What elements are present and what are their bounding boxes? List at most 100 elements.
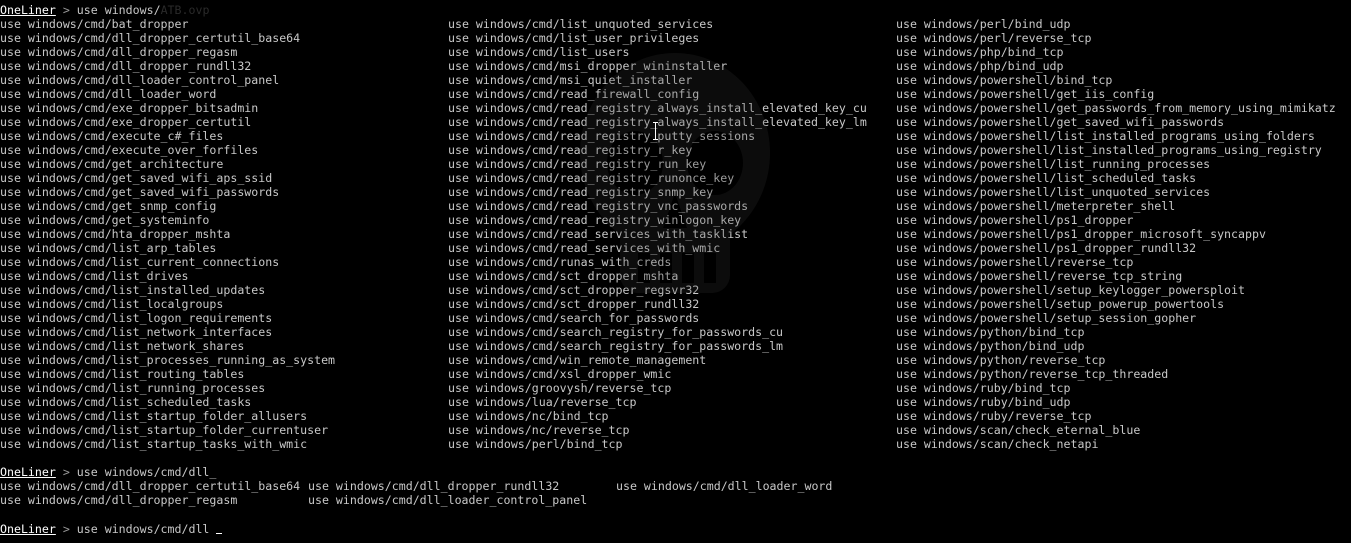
completion-item[interactable]: use windows/cmd/get_snmp_config	[0, 199, 448, 213]
completion-item[interactable]: use windows/lua/reverse_tcp	[448, 395, 896, 409]
completion-item[interactable]: use windows/python/bind_udp	[896, 339, 1351, 353]
completion-item[interactable]: use windows/cmd/win_remote_management	[448, 353, 896, 367]
completion-item[interactable]: use windows/perl/bind_tcp	[448, 437, 896, 451]
completion-item[interactable]: use windows/cmd/read_registry_putty_sess…	[448, 129, 896, 143]
completion-item[interactable]: use windows/cmd/list_running_processes	[0, 381, 448, 395]
completion-item[interactable]: use windows/ruby/bind_udp	[896, 395, 1351, 409]
completion-item[interactable]: use windows/powershell/get_iis_config	[896, 87, 1351, 101]
completion-item[interactable]: use windows/cmd/dll_dropper_certutil_bas…	[0, 479, 308, 493]
completion-item[interactable]: use windows/nc/bind_tcp	[448, 409, 896, 423]
completion-item[interactable]: use windows/cmd/hta_dropper_mshta	[0, 227, 448, 241]
completion-item[interactable]: use windows/powershell/reverse_tcp_strin…	[896, 269, 1351, 283]
completion-item[interactable]: use windows/powershell/list_scheduled_ta…	[896, 171, 1351, 185]
completion-item[interactable]: use windows/cmd/dll_loader_control_panel	[0, 73, 448, 87]
completion-item[interactable]: use windows/cmd/read_registry_runonce_ke…	[448, 171, 896, 185]
completion-item[interactable]: use windows/powershell/get_passwords_fro…	[896, 101, 1351, 115]
completion-item[interactable]: use windows/cmd/sct_dropper_regsvr32	[448, 283, 896, 297]
completion-item[interactable]: use windows/cmd/list_drives	[0, 269, 448, 283]
completion-item[interactable]: use windows/cmd/list_routing_tables	[0, 367, 448, 381]
completion-item[interactable]: use windows/cmd/list_installed_updates	[0, 283, 448, 297]
completion-item[interactable]: use windows/cmd/bat_dropper	[0, 17, 448, 31]
completion-item[interactable]: use windows/cmd/dll_dropper_certutil_bas…	[0, 31, 448, 45]
completion-item[interactable]: use windows/powershell/setup_session_gop…	[896, 311, 1351, 325]
completion-item[interactable]: use windows/cmd/list_localgroups	[0, 297, 448, 311]
completion-item[interactable]: use windows/powershell/bind_tcp	[896, 73, 1351, 87]
completion-item[interactable]: use windows/cmd/list_user_privileges	[448, 31, 896, 45]
completion-item[interactable]: use windows/cmd/xsl_dropper_wmic	[448, 367, 896, 381]
completion-item[interactable]: use windows/cmd/read_services_with_wmic	[448, 241, 896, 255]
prompt-line-active[interactable]: OneLiner > use windows/cmd/dll_	[0, 521, 1351, 535]
completion-item[interactable]: use windows/nc/reverse_tcp	[448, 423, 896, 437]
completion-item[interactable]: use windows/perl/reverse_tcp	[896, 31, 1351, 45]
completion-item[interactable]: use windows/cmd/get_architecture	[0, 157, 448, 171]
completion-item[interactable]: use windows/scan/check_netapi	[896, 437, 1351, 451]
completion-item[interactable]: use windows/cmd/dll_dropper_rundll32	[0, 59, 448, 73]
completion-item[interactable]: use windows/python/reverse_tcp	[896, 353, 1351, 367]
completion-item[interactable]: use windows/cmd/read_registry_r_key	[448, 143, 896, 157]
completion-item[interactable]: use windows/python/reverse_tcp_threaded	[896, 367, 1351, 381]
completion-item[interactable]: use windows/groovysh/reverse_tcp	[448, 381, 896, 395]
completion-item[interactable]: use windows/cmd/list_network_shares	[0, 339, 448, 353]
completion-item[interactable]: use windows/cmd/msi_dropper_wininstaller	[448, 59, 896, 73]
completion-item[interactable]: use windows/cmd/list_scheduled_tasks	[0, 395, 448, 409]
completion-item[interactable]: use windows/cmd/list_arp_tables	[0, 241, 448, 255]
completion-item[interactable]: use windows/cmd/get_systeminfo	[0, 213, 448, 227]
completion-item[interactable]: use windows/cmd/sct_dropper_mshta	[448, 269, 896, 283]
completion-item[interactable]: use windows/scan/check_eternal_blue	[896, 423, 1351, 437]
completion-item[interactable]: use windows/powershell/reverse_tcp	[896, 255, 1351, 269]
completion-item[interactable]: use windows/powershell/meterpreter_shell	[896, 199, 1351, 213]
completion-item[interactable]: use windows/cmd/search_registry_for_pass…	[448, 325, 896, 339]
completion-item[interactable]: use windows/cmd/runas_with_creds	[448, 255, 896, 269]
completion-item[interactable]: use windows/cmd/list_users	[448, 45, 896, 59]
completion-item[interactable]: use windows/php/bind_tcp	[896, 45, 1351, 59]
completion-item[interactable]: use windows/powershell/setup_powerup_pow…	[896, 297, 1351, 311]
completion-item[interactable]: use windows/cmd/sct_dropper_rundll32	[448, 297, 896, 311]
completion-item[interactable]: use windows/cmd/search_for_passwords	[448, 311, 896, 325]
completion-item[interactable]: use windows/cmd/list_startup_folder_curr…	[0, 423, 448, 437]
completion-item[interactable]: use windows/cmd/exe_dropper_bitsadmin	[0, 101, 448, 115]
completion-item[interactable]: use windows/cmd/list_network_interfaces	[0, 325, 448, 339]
completion-item[interactable]: use windows/cmd/list_startup_tasks_with_…	[0, 437, 448, 451]
completion-item[interactable]: use windows/cmd/search_registry_for_pass…	[448, 339, 896, 353]
completion-item[interactable]: use windows/cmd/dll_loader_word	[616, 479, 916, 493]
completion-item[interactable]: use windows/cmd/get_saved_wifi_passwords	[0, 185, 448, 199]
completion-item[interactable]: use windows/cmd/get_saved_wifi_aps_ssid	[0, 171, 448, 185]
completion-item[interactable]: use windows/powershell/list_unquoted_ser…	[896, 185, 1351, 199]
completion-item[interactable]: use windows/cmd/list_startup_folder_allu…	[0, 409, 448, 423]
completion-item[interactable]: use windows/cmd/execute_over_forfiles	[0, 143, 448, 157]
completion-item[interactable]: use windows/cmd/dll_dropper_rundll32	[308, 479, 616, 493]
completion-item[interactable]: use windows/cmd/exe_dropper_certutil	[0, 115, 448, 129]
completion-item[interactable]: use windows/powershell/list_installed_pr…	[896, 143, 1351, 157]
completion-item[interactable]: use windows/cmd/read_registry_snmp_key	[448, 185, 896, 199]
completion-item[interactable]: use windows/cmd/list_current_connections	[0, 255, 448, 269]
completion-item[interactable]: use windows/cmd/list_unquoted_services	[448, 17, 896, 31]
completion-item[interactable]: use windows/ruby/bind_tcp	[896, 381, 1351, 395]
completion-item[interactable]: use windows/cmd/execute_c#_files	[0, 129, 448, 143]
completion-item[interactable]: use windows/powershell/get_saved_wifi_pa…	[896, 115, 1351, 129]
completion-item[interactable]: use windows/cmd/list_logon_requirements	[0, 311, 448, 325]
completion-item[interactable]: use windows/cmd/msi_quiet_installer	[448, 73, 896, 87]
completion-item[interactable]: use windows/powershell/list_running_proc…	[896, 157, 1351, 171]
completion-item[interactable]: use windows/cmd/list_processes_running_a…	[0, 353, 448, 367]
completion-item[interactable]: use windows/cmd/read_services_with_taskl…	[448, 227, 896, 241]
completion-item[interactable]: use windows/cmd/dll_dropper_regasm	[0, 45, 448, 59]
completion-item[interactable]: use windows/powershell/ps1_dropper_rundl…	[896, 241, 1351, 255]
completion-item[interactable]: use windows/cmd/read_firewall_config	[448, 87, 896, 101]
completion-item[interactable]: use windows/powershell/list_installed_pr…	[896, 129, 1351, 143]
terminal-window[interactable]: OneLiner > use windows/ATB.ovp use windo…	[0, 3, 1351, 543]
completion-item[interactable]: use windows/cmd/dll_dropper_regasm	[0, 493, 308, 507]
completion-item[interactable]: use windows/cmd/read_registry_winlogon_k…	[448, 213, 896, 227]
completion-item[interactable]: use windows/cmd/dll_loader_control_panel	[308, 493, 616, 507]
completion-item[interactable]: use windows/perl/bind_udp	[896, 17, 1351, 31]
completion-item[interactable]: use windows/powershell/setup_keylogger_p…	[896, 283, 1351, 297]
completion-item[interactable]: use windows/ruby/reverse_tcp	[896, 409, 1351, 423]
completion-item[interactable]: use windows/python/bind_tcp	[896, 325, 1351, 339]
completion-item[interactable]: use windows/powershell/ps1_dropper	[896, 213, 1351, 227]
completion-item[interactable]: use windows/powershell/ps1_dropper_micro…	[896, 227, 1351, 241]
completion-item[interactable]: use windows/cmd/dll_loader_word	[0, 87, 448, 101]
completion-item[interactable]: use windows/cmd/read_registry_always_ins…	[448, 115, 896, 129]
completion-item[interactable]: use windows/php/bind_udp	[896, 59, 1351, 73]
command-input[interactable]: use windows/cmd/dll_	[77, 522, 217, 535]
completion-item[interactable]: use windows/cmd/read_registry_always_ins…	[448, 101, 896, 115]
completion-item[interactable]: use windows/cmd/read_registry_vnc_passwo…	[448, 199, 896, 213]
